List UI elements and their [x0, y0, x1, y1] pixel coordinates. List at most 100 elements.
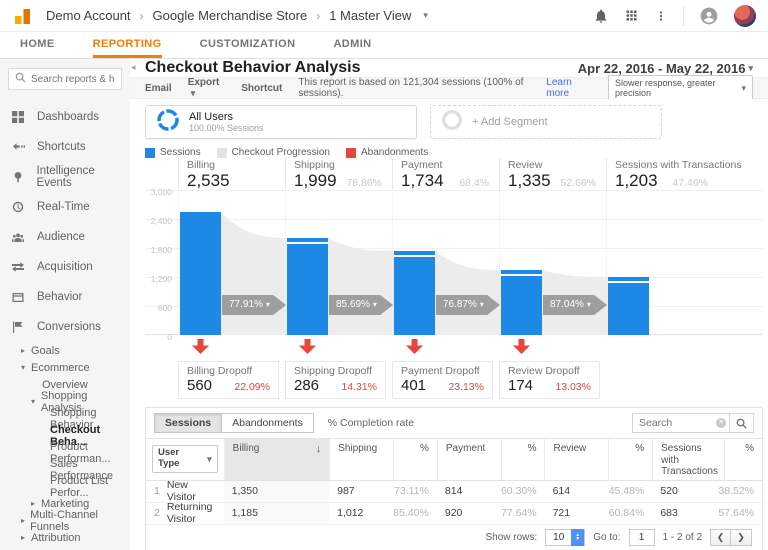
apps-grid-icon[interactable] — [624, 8, 639, 23]
funnel-step-value: 1,203 — [615, 171, 658, 190]
funnel-bar-billing — [180, 212, 221, 335]
show-rows-select[interactable]: 10 ▲ ▼ — [545, 528, 586, 546]
chevron-down-icon: ▾ — [479, 300, 484, 309]
shortcut-button[interactable]: Shortcut — [241, 83, 282, 94]
progression-percent: 85.69% — [336, 299, 370, 310]
sidebar-item-goals[interactable]: ▸ Goals — [0, 342, 130, 359]
goto-label: Go to: — [593, 531, 621, 543]
sidebar-item-label: Conversions — [37, 321, 101, 333]
chevron-down-icon: ▾ — [741, 82, 746, 93]
sidebar-item-audience[interactable]: Audience — [0, 222, 130, 252]
sort-descending-icon: ↓ — [315, 443, 322, 455]
more-vertical-icon[interactable] — [654, 9, 668, 23]
show-rows-label: Show rows: — [485, 531, 538, 543]
real-time-icon — [12, 201, 26, 213]
sidebar-item-label: Acquisition — [37, 261, 93, 273]
search-button[interactable] — [730, 413, 754, 433]
sidebar-search[interactable] — [8, 68, 122, 90]
breadcrumb-view[interactable]: 1 Master View — [329, 8, 411, 23]
funnel-step-header-shipping: Shipping 1,999 78.86% — [285, 158, 392, 190]
next-page-button[interactable]: ❯ — [731, 528, 752, 546]
abandonment-arrow-icon — [406, 339, 423, 354]
table-body: 1 New Visitor 1,350 987 73.11% 814 60.30% 614 45… — [146, 479, 762, 525]
tab-customization[interactable]: CUSTOMIZATION — [200, 32, 296, 58]
user-type-dimension-button[interactable]: User Type ▾ — [152, 445, 218, 474]
column-header-shipping[interactable]: Shipping — [329, 439, 393, 480]
abandonment-arrow-icon — [192, 339, 209, 354]
sidebar-item-conversions[interactable]: Conversions — [0, 312, 130, 342]
funnel-bar-shipping — [287, 238, 328, 335]
column-header-percent[interactable]: % — [500, 439, 545, 480]
column-header-percent[interactable]: % — [724, 439, 762, 480]
column-header-label: Shipping — [338, 443, 378, 454]
dropoff-card-review-dropoff: Review Dropoff 174 13.03% — [499, 361, 600, 399]
sidebar-item-multi-channel-funnels[interactable]: ▸ Multi-Channel Funnels — [0, 509, 130, 533]
user-avatar[interactable] — [734, 4, 756, 27]
sampling-precision-dropdown[interactable]: Slower response, greater precision ▾ — [607, 75, 753, 101]
column-header-percent[interactable]: % — [392, 439, 437, 480]
sidebar-item-real-time[interactable]: Real-Time — [0, 192, 130, 222]
table-cell: 1,012 — [337, 507, 364, 519]
sidebar-item-dashboards[interactable]: Dashboards — [0, 102, 130, 132]
divider — [683, 5, 684, 26]
tab-sessions[interactable]: Sessions — [154, 413, 223, 433]
sidebar-item-behavior[interactable]: Behavior — [0, 282, 130, 312]
checkout-funnel-chart: Billing 2,535 Shipping 1,999 78.86% Payment 1,… — [145, 158, 763, 399]
email-button[interactable]: Email — [145, 83, 172, 94]
breadcrumb-account[interactable]: Demo Account — [46, 8, 131, 23]
learn-more-link[interactable]: Learn more — [546, 77, 592, 99]
column-header-label: % — [635, 443, 645, 454]
segment-all-users[interactable]: All Users 100.00% Sessions — [145, 105, 417, 139]
tab-abandonments[interactable]: Abandonments — [222, 413, 314, 433]
progression-badge[interactable]: 85.69% ▾ — [329, 295, 393, 315]
export-button[interactable]: Export ▾ — [188, 77, 226, 99]
funnel-step-values: 1,734 68.4% — [401, 171, 499, 191]
goto-page-input[interactable] — [628, 528, 655, 546]
sidebar-item-product-list-perfor[interactable]: Product List Perfor... — [0, 475, 130, 499]
add-segment-label: + Add Segment — [472, 116, 548, 128]
dropoff-value: 560 — [187, 377, 213, 394]
table-tabs: Sessions Abandonments % Completion rate … — [146, 408, 762, 439]
sidebar-search-input[interactable] — [31, 73, 115, 85]
clear-search-icon[interactable]: ✕ — [716, 418, 726, 428]
primary-nav-tabs: HOME REPORTING CUSTOMIZATION ADMIN — [0, 32, 768, 59]
progression-badge[interactable]: 77.91% ▾ — [222, 295, 286, 315]
sidebar-item-acquisition[interactable]: Acquisition — [0, 252, 130, 282]
column-header-billing[interactable]: Billing ↓ — [223, 439, 330, 480]
previous-page-button[interactable]: ❮ — [710, 528, 731, 546]
breadcrumb: Demo Account › Google Merchandise Store … — [46, 8, 428, 23]
sidebar-collapse-icon[interactable]: ◂ — [131, 62, 136, 73]
tab-reporting[interactable]: REPORTING — [92, 32, 162, 58]
account-person-icon[interactable] — [699, 6, 719, 26]
tab-home[interactable]: HOME — [20, 32, 55, 58]
dropoff-values: 401 23.13% — [401, 377, 484, 394]
search-icon — [15, 72, 26, 86]
legend-item-abandonments: Abandonments — [345, 147, 428, 158]
dropoff-percent: 13.03% — [555, 381, 591, 393]
sidebar-item-ecommerce[interactable]: ▾ Ecommerce — [0, 359, 130, 376]
progression-badge[interactable]: 76.87% ▾ — [436, 295, 500, 315]
column-header-payment[interactable]: Payment — [436, 439, 501, 480]
column-header-review[interactable]: Review — [544, 439, 608, 480]
tab-completion-rate[interactable]: % Completion rate — [328, 417, 414, 429]
legend-swatch — [216, 147, 227, 158]
breadcrumb-property[interactable]: Google Merchandise Store — [153, 8, 308, 23]
add-segment-button[interactable]: + Add Segment — [430, 105, 662, 139]
notifications-bell-icon[interactable] — [593, 8, 609, 24]
funnel-headers: Billing 2,535 Shipping 1,999 78.86% Payment 1,… — [178, 158, 763, 190]
date-range-selector[interactable]: Apr 22, 2016 - May 22, 2016 ▾ — [578, 61, 753, 76]
sidebar-item-shortcuts[interactable]: Shortcuts — [0, 132, 130, 162]
funnel-step-header-sessions-with-transactions: Sessions with Transactions 1,203 47.46% — [606, 158, 763, 190]
sidebar-item-intelligence-events[interactable]: Intelligence Events — [0, 162, 130, 192]
table-cell: 1,350 — [223, 480, 330, 502]
funnel-step-percent: 52.66% — [560, 177, 596, 189]
tab-admin[interactable]: ADMIN — [333, 32, 371, 58]
column-header-sessions-with-transactions[interactable]: Sessions with Transactions — [652, 439, 724, 480]
dropoff-label: Payment Dropoff — [401, 365, 480, 377]
column-header-label: Sessions with Transactions — [661, 443, 718, 477]
column-header-percent[interactable]: % — [608, 439, 652, 480]
page-title: Checkout Behavior Analysis — [145, 59, 361, 76]
progression-badge[interactable]: 87.04% ▾ — [543, 295, 607, 315]
sidebar-item-label: Real-Time — [37, 201, 90, 213]
chevron-down-icon: ▾ — [748, 62, 753, 73]
